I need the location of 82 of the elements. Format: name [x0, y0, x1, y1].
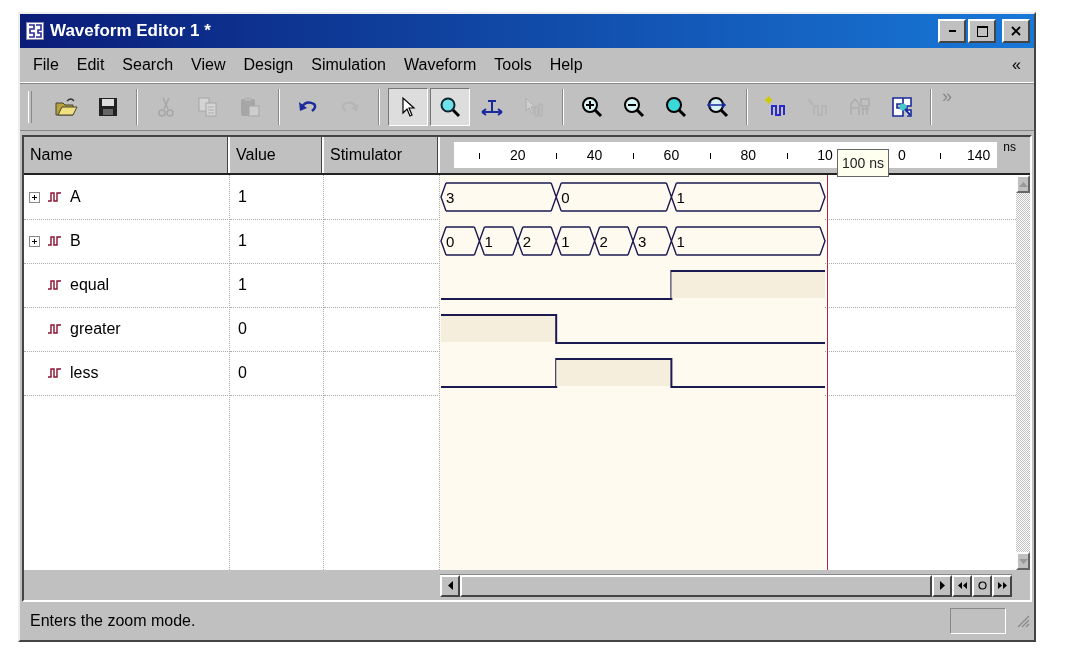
menu-item[interactable]: View: [182, 54, 235, 76]
bus-segment: 2: [598, 226, 629, 256]
time-unit: ns: [1003, 140, 1016, 154]
scroll-up-icon: [1018, 181, 1028, 187]
copy-icon: [196, 95, 220, 119]
zoom-in-icon: [580, 95, 604, 119]
column-header[interactable]: Value: [230, 137, 324, 173]
signal-value: 1: [238, 188, 247, 206]
menu-item[interactable]: Tools: [485, 54, 541, 76]
signal-value: 1: [238, 232, 247, 250]
signal-value: 0: [238, 364, 247, 382]
menu-item[interactable]: Design: [234, 54, 303, 76]
close-button[interactable]: [1002, 19, 1030, 43]
bus-segment: 0: [440, 226, 476, 256]
menu-item[interactable]: Simulation: [302, 54, 395, 76]
zoom-button[interactable]: [430, 88, 470, 126]
resize-grip-icon: [1016, 614, 1030, 628]
signal-icon: [48, 236, 62, 246]
ruler-label: 140: [965, 146, 992, 164]
add-waveform-icon: [764, 95, 788, 119]
horizontal-scrollbar[interactable]: [440, 573, 1013, 597]
signal-icon: [48, 368, 62, 378]
zoom-out-icon: [622, 95, 646, 119]
menu-item[interactable]: Help: [540, 54, 592, 76]
status-panel: [950, 608, 1006, 634]
ruler-label: 20: [509, 146, 527, 164]
bus-segment: 3: [637, 226, 668, 256]
clipboard-icon: [238, 95, 262, 119]
bus-segment: 1: [483, 226, 514, 256]
signal-value: 0: [238, 320, 247, 338]
app-icon: [26, 22, 44, 40]
folder-icon: [54, 95, 78, 119]
bus-segment: 0: [560, 182, 668, 212]
minimize-icon: [948, 30, 956, 32]
bus-segment: 1: [560, 226, 591, 256]
bus-segment: 2: [522, 226, 552, 256]
ruler-label: 60: [662, 146, 681, 164]
menu-item[interactable]: Search: [113, 54, 183, 76]
signal-name: B: [70, 232, 81, 250]
ruler-label: 80: [739, 146, 757, 164]
network-icon: [890, 95, 914, 119]
close-icon: [1011, 26, 1021, 36]
signal-name: less: [70, 364, 99, 382]
signal-name: greater: [70, 320, 121, 338]
column-header[interactable]: Name: [24, 137, 230, 173]
minimize-button[interactable]: [938, 19, 966, 43]
bus-segment: 1: [675, 182, 826, 212]
rewind-icon: [957, 582, 967, 589]
vertical-scrollbar[interactable]: [1016, 175, 1030, 570]
menu-item[interactable]: Waveform: [394, 54, 486, 76]
cursor-tooltip: 100 ns: [837, 149, 890, 177]
window-title: Waveform Editor 1 *: [50, 21, 211, 41]
menu-item[interactable]: Edit: [67, 54, 114, 76]
signal-name: A: [70, 188, 81, 206]
magnifier-icon: [438, 95, 462, 119]
ruler-label: 40: [585, 146, 604, 164]
fast-forward-icon: [997, 582, 1007, 589]
ruler-label: 0: [896, 146, 907, 164]
signal-value: 1: [238, 276, 247, 294]
maximize-icon: [976, 25, 988, 37]
scroll-right-icon: [939, 581, 945, 590]
menu-item[interactable]: File: [24, 54, 68, 76]
zoom-fit-icon: [664, 95, 688, 119]
zoom-range-icon: [706, 95, 730, 119]
signal-name: equal: [70, 276, 110, 294]
column-header[interactable]: Stimulator: [324, 137, 440, 173]
maximize-button[interactable]: [968, 19, 996, 43]
signal-icon: [48, 192, 62, 202]
scroll-down-icon: [1018, 558, 1028, 564]
scroll-left-icon: [447, 581, 453, 590]
status-text: Enters the zoom mode.: [30, 612, 196, 630]
pointer-bars-icon: [522, 95, 546, 119]
bus-segment: 3: [440, 182, 552, 212]
bus-segment: 1: [675, 226, 826, 256]
expand-toggle-icon[interactable]: [29, 235, 40, 247]
signal-icon: [48, 324, 62, 334]
expand-toggle-icon[interactable]: [29, 191, 40, 203]
circle-icon: [977, 581, 987, 590]
pointer-button[interactable]: [388, 88, 428, 126]
signal-icon: [48, 280, 62, 290]
menu-collapse-button[interactable]: «: [1003, 54, 1030, 76]
ruler-label: 10: [816, 146, 834, 164]
